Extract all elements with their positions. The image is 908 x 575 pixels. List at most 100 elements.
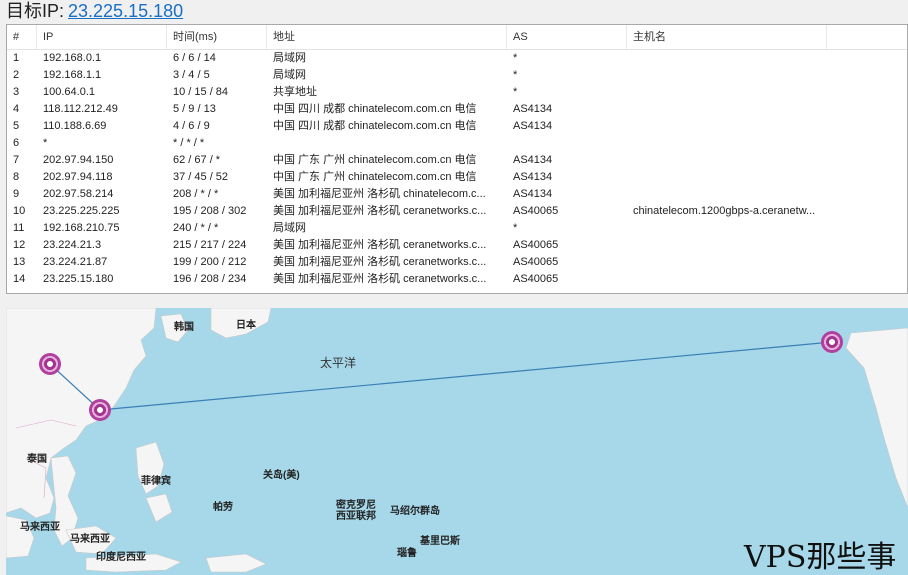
cell-ip: 192.168.1.1 — [43, 69, 102, 81]
cell-address: 中国 广东 广州 chinatelecom.com.cn 电信 — [273, 154, 477, 166]
cell-as: AS40065 — [513, 205, 559, 217]
table-row[interactable]: 12 23.224.21.3 215 / 217 / 224 美国 加利福尼亚州 洛杉… — [7, 237, 907, 254]
table-row[interactable]: 3 100.64.0.1 10 / 15 / 84 共享地址 * — [7, 84, 907, 101]
cell-address: 美国 加利福尼亚州 洛杉矶 ceranetworks.c... — [273, 273, 487, 285]
cell-hostname — [633, 101, 833, 118]
table-row[interactable]: 6 * * / * / * — [7, 135, 907, 152]
table-row[interactable]: 1 192.168.0.1 6 / 6 / 14 局域网 * — [7, 50, 907, 67]
cell-as: AS40065 — [513, 239, 559, 251]
table-row[interactable]: 9 202.97.58.214 208 / * / * 美国 加利福尼亚州 洛杉矶 c… — [7, 186, 907, 203]
table-row[interactable]: 13 23.224.21.87 199 / 200 / 212 美国 加利福尼亚州 洛… — [7, 254, 907, 271]
cell-as: AS40065 — [513, 273, 559, 285]
cell-as: AS4134 — [513, 120, 553, 132]
cell-time: 4 / 6 / 9 — [173, 120, 210, 132]
cell-as: AS40065 — [513, 256, 559, 268]
col-header-address[interactable]: 地址 — [267, 25, 507, 50]
cell-as: * — [513, 69, 518, 81]
map-label-micronesia: 密克罗尼西亚联邦 — [336, 500, 376, 522]
col-header-as[interactable]: AS — [507, 25, 627, 50]
cell-hostname — [633, 67, 833, 84]
map-label-kiribati: 基里巴斯 — [420, 536, 460, 547]
cell-address: 中国 四川 成都 chinatelecom.com.cn 电信 — [273, 120, 477, 132]
cell-address: 中国 四川 成都 chinatelecom.com.cn 电信 — [273, 103, 477, 115]
cell-hostname — [633, 152, 833, 169]
cell-time: 196 / 208 / 234 — [173, 273, 247, 285]
table-row[interactable]: 4 118.112.212.49 5 / 9 / 13 中国 四川 成都 chinat… — [7, 101, 907, 118]
watermark-text: VPS那些事 — [744, 540, 897, 575]
cell-as: * — [513, 86, 518, 98]
map-label-indonesia: 印度尼西亚 — [96, 552, 146, 563]
table-row[interactable]: 8 202.97.94.118 37 / 45 / 52 中国 广东 广州 china… — [7, 169, 907, 186]
table-row[interactable]: 5 110.188.6.69 4 / 6 / 9 中国 四川 成都 chinatele… — [7, 118, 907, 135]
map-label-malaysia-1: 马来西亚 — [20, 522, 60, 533]
cell-hop-number: 1 — [13, 52, 20, 64]
cell-ip: 118.112.212.49 — [43, 103, 118, 115]
col-header-ip[interactable]: IP — [37, 25, 167, 50]
table-row[interactable]: 2 192.168.1.1 3 / 4 / 5 局域网 * — [7, 67, 907, 84]
cell-ip: 23.225.15.180 — [43, 273, 114, 285]
cell-hop-number: 4 — [13, 103, 20, 115]
cell-time: 195 / 208 / 302 — [173, 205, 247, 217]
cell-ip: 23.224.21.3 — [43, 239, 102, 251]
map-label-philippines: 菲律宾 — [141, 476, 171, 487]
cell-address — [273, 135, 509, 152]
cell-hostname — [633, 118, 833, 135]
cell-hop-number: 2 — [13, 69, 20, 81]
col-header-num[interactable]: # — [7, 25, 37, 50]
cell-time: 208 / * / * — [173, 188, 219, 200]
cell-hostname — [633, 50, 833, 67]
cell-time: 37 / 45 / 52 — [173, 171, 229, 183]
map-label-korea: 韩国 — [174, 322, 194, 333]
route-pin-guangzhou[interactable] — [89, 399, 111, 421]
col-header-hostname[interactable]: 主机名 — [627, 25, 827, 50]
cell-ip: 23.224.21.87 — [43, 256, 108, 268]
route-pin-chengdu[interactable] — [39, 353, 61, 375]
map-label-malaysia-2: 马来西亚 — [70, 534, 110, 545]
table-row[interactable]: 7 202.97.94.150 62 / 67 / * 中国 广东 广州 chinat… — [7, 152, 907, 169]
table-header: # IP 时间(ms) 地址 AS 主机名 — [7, 25, 907, 50]
table-row[interactable]: 10 23.225.225.225 195 / 208 / 302 美国 加利福尼亚州… — [7, 203, 907, 220]
cell-hop-number: 6 — [13, 137, 20, 149]
target-ip-label: 目标IP: — [6, 1, 65, 21]
cell-hop-number: 10 — [13, 205, 26, 217]
cell-hostname — [633, 169, 833, 186]
cell-hop-number: 14 — [13, 273, 26, 285]
cell-hop-number: 13 — [13, 256, 26, 268]
cell-hostname — [633, 135, 833, 152]
cell-address: 美国 加利福尼亚州 洛杉矶 ceranetworks.c... — [273, 205, 487, 217]
cell-hostname — [633, 271, 833, 288]
cell-as: * — [513, 222, 518, 234]
cell-address: 局域网 — [273, 52, 306, 64]
cell-as: AS4134 — [513, 171, 553, 183]
route-line-segment-2 — [99, 341, 833, 411]
table-row[interactable]: 14 23.225.15.180 196 / 208 / 234 美国 加利福尼亚州 … — [7, 271, 907, 288]
col-header-time[interactable]: 时间(ms) — [167, 25, 267, 50]
cell-ip: 202.97.58.214 — [43, 188, 114, 200]
map-label-pacific: 太平洋 — [320, 356, 357, 370]
cell-hop-number: 8 — [13, 171, 20, 183]
cell-as: AS4134 — [513, 188, 553, 200]
cell-ip: 192.168.210.75 — [43, 222, 120, 234]
cell-address: 美国 加利福尼亚州 洛杉矶 ceranetworks.c... — [273, 256, 487, 268]
cell-ip: 23.225.225.225 — [43, 205, 120, 217]
map-label-palau: 帕劳 — [213, 502, 233, 513]
cell-ip: 202.97.94.118 — [43, 171, 113, 183]
table-row[interactable]: 11 192.168.210.75 240 / * / * 局域网 * — [7, 220, 907, 237]
cell-ip: 192.168.0.1 — [43, 52, 102, 64]
target-ip-link[interactable]: 23.225.15.180 — [68, 1, 183, 21]
cell-address: 局域网 — [273, 222, 306, 234]
cell-time: * / * / * — [173, 137, 205, 149]
target-ip-bar: 目标IP: 23.225.15.180 — [6, 0, 183, 22]
cell-as: AS4134 — [513, 154, 553, 166]
cell-ip: 110.188.6.69 — [43, 120, 107, 132]
map-label-nauru: 瑙鲁 — [397, 548, 417, 559]
cell-address: 中国 广东 广州 chinatelecom.com.cn 电信 — [273, 171, 477, 183]
cell-time: 6 / 6 / 14 — [173, 52, 216, 64]
traceroute-table: # IP 时间(ms) 地址 AS 主机名 1 192.168.0.1 6 / 6 … — [6, 24, 908, 294]
cell-time: 62 / 67 / * — [173, 154, 221, 166]
cell-time: 5 / 9 / 13 — [173, 103, 216, 115]
cell-address: 局域网 — [273, 69, 306, 81]
cell-address: 美国 加利福尼亚州 洛杉矶 ceranetworks.c... — [273, 239, 487, 251]
route-pin-los-angeles[interactable] — [821, 331, 843, 353]
cell-as: * — [513, 52, 518, 64]
